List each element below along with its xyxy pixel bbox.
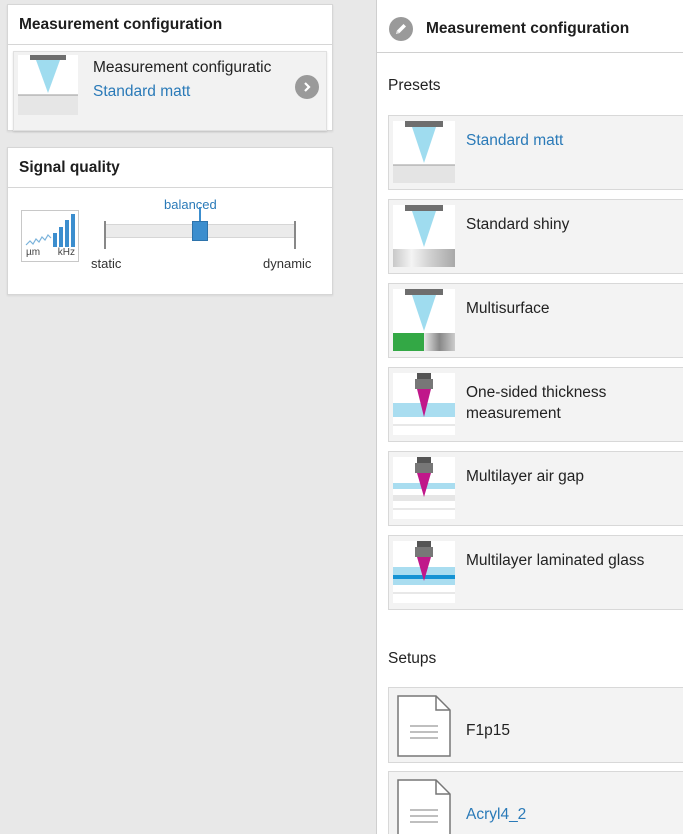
- preset-name: One-sided thickness measurement: [466, 384, 607, 422]
- measurement-configuration-row[interactable]: Measurement configuratic Standard matt: [13, 51, 327, 131]
- signal-quality-value: balanced: [164, 197, 217, 212]
- setups-section-label: Setups: [388, 650, 437, 667]
- setup-name: F1p15: [466, 722, 510, 739]
- signal-quality-unit-right: kHz: [57, 247, 75, 258]
- preset-name: Standard shiny: [466, 216, 570, 233]
- signal-quality-panel-title: Signal quality: [8, 148, 332, 188]
- slider-max-label: dynamic: [263, 256, 312, 271]
- signal-quality-slider-thumb[interactable]: [192, 221, 208, 241]
- preset-standard-matt[interactable]: Standard matt: [388, 115, 683, 190]
- setup-name: Acryl4_2: [466, 806, 527, 823]
- pencil-icon[interactable]: [389, 16, 413, 41]
- multilayer-air-gap-icon: [393, 457, 455, 519]
- signal-quality-unit-left: µm: [26, 247, 41, 258]
- left-column: Measurement configuration Measurement co…: [0, 0, 340, 834]
- current-configuration-name: Measurement configuratic: [93, 59, 272, 76]
- signal-quality-panel: Signal quality µm kHz balanced static dy…: [7, 147, 333, 295]
- preset-multilayer-laminated-glass[interactable]: Multilayer laminated glass: [388, 535, 683, 610]
- preset-name: Standard matt: [466, 132, 564, 149]
- standard-matt-icon: [393, 121, 455, 183]
- standard-matt-icon: [18, 55, 78, 115]
- multilayer-laminated-glass-icon: [393, 541, 455, 603]
- measurement-configuration-header: Measurement configuration: [377, 5, 683, 53]
- preset-one-sided-thickness[interactable]: One-sided thickness measurement: [388, 367, 683, 442]
- slider-min-tick: [104, 221, 106, 249]
- one-sided-thickness-icon: [393, 373, 455, 435]
- current-preset-name[interactable]: Standard matt: [93, 83, 190, 101]
- measurement-configuration-panel-title: Measurement configuration: [8, 5, 332, 45]
- document-icon: [397, 779, 451, 834]
- preset-standard-shiny[interactable]: Standard shiny: [388, 199, 683, 274]
- slider-thumb-stem: [199, 207, 201, 221]
- standard-shiny-icon: [393, 205, 455, 267]
- chevron-right-icon[interactable]: [295, 75, 319, 99]
- preset-name: Multilayer air gap: [466, 468, 585, 485]
- signal-quality-icon: µm kHz: [21, 210, 79, 262]
- presets-section-label: Presets: [388, 77, 441, 94]
- slider-max-tick: [294, 221, 296, 249]
- preset-name: Multilayer laminated glass: [466, 552, 645, 569]
- setup-item[interactable]: Acryl4_2: [388, 771, 683, 834]
- right-column: Measurement configuration Presets Standa…: [376, 0, 683, 834]
- setup-item[interactable]: F1p15: [388, 687, 683, 763]
- measurement-configuration-panel: Measurement configuration Measurement co…: [7, 4, 333, 131]
- page-title: Measurement configuration: [426, 19, 630, 37]
- multisurface-icon: [393, 289, 455, 351]
- preset-name: Multisurface: [466, 300, 550, 317]
- preset-multilayer-air-gap[interactable]: Multilayer air gap: [388, 451, 683, 526]
- preset-multisurface[interactable]: Multisurface: [388, 283, 683, 358]
- document-icon: [397, 695, 451, 757]
- slider-min-label: static: [91, 256, 122, 271]
